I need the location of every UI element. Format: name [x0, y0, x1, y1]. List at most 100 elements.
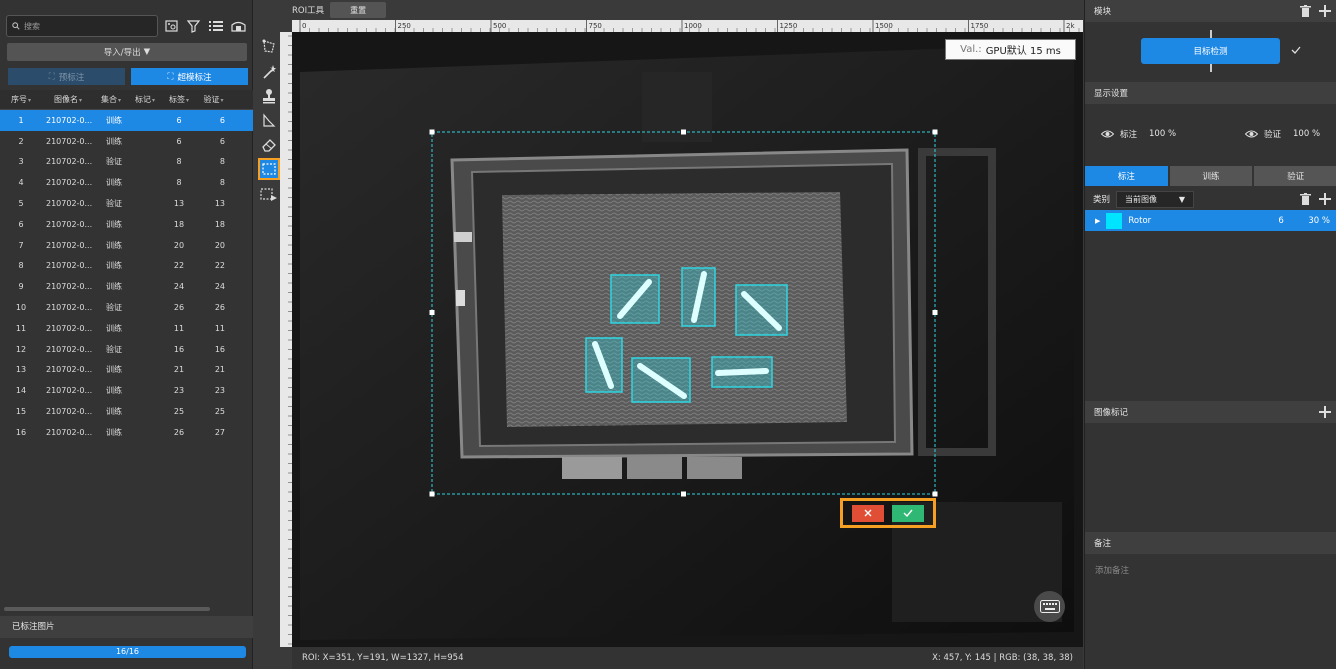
row-verify: 18 — [214, 219, 225, 229]
row-verify: 6 — [219, 115, 225, 125]
ruler-tick-label: 1500 — [875, 22, 893, 30]
add-icon[interactable] — [1319, 5, 1331, 17]
image-search-icon[interactable] — [164, 18, 180, 34]
row-verify: 21 — [214, 365, 225, 375]
table-row[interactable]: 6 210702-0... 训练 18 18 — [0, 214, 253, 235]
confirm-roi-button[interactable] — [892, 504, 924, 522]
lasso-tool-icon[interactable] — [258, 110, 280, 132]
list-view-icon[interactable] — [208, 18, 224, 34]
table-row[interactable]: 13 210702-0... 训练 21 21 — [0, 360, 253, 381]
tab-verify[interactable]: 验证 — [1254, 166, 1336, 186]
magic-wand-icon[interactable] — [258, 61, 280, 83]
eraser-icon[interactable] — [258, 134, 280, 156]
keyboard-shortcuts-button[interactable] — [1034, 591, 1065, 622]
row-index: 8 — [18, 261, 24, 271]
row-index: 12 — [15, 344, 27, 354]
table-row[interactable]: 8 210702-0... 训练 22 22 — [0, 256, 253, 277]
notes-input[interactable]: 添加备注 — [1095, 564, 1129, 576]
class-count: 6 — [1278, 215, 1284, 226]
caret-down-icon: ▼ — [143, 47, 151, 57]
row-set: 训练 — [106, 427, 122, 437]
label-opacity-control[interactable]: 标注 100 % — [1101, 128, 1176, 140]
table-row[interactable]: 3 210702-0... 验证 8 8 — [0, 152, 253, 173]
table-row[interactable]: 9 210702-0... 训练 24 24 — [0, 276, 253, 297]
verify-opacity-control[interactable]: 验证 100 % — [1245, 128, 1320, 140]
roi-confirm-group — [840, 498, 936, 528]
table-row[interactable]: 12 210702-0... 验证 16 16 — [0, 339, 253, 360]
category-label: 类别 — [1093, 195, 1111, 205]
camera-icon[interactable] — [230, 18, 246, 34]
row-image-name: 210702-0... — [46, 199, 93, 209]
ruler-tick-label: 1000 — [684, 22, 702, 30]
add-icon[interactable] — [1319, 193, 1331, 205]
col-mark[interactable]: 标记 — [128, 94, 162, 105]
col-index[interactable]: 序号 — [0, 94, 42, 105]
display-settings-title: 显示设置 — [1094, 89, 1129, 99]
eye-icon[interactable] — [1245, 130, 1258, 138]
annotation-progress-bar: 16/16 — [9, 646, 246, 658]
table-row[interactable]: 7 210702-0... 训练 20 20 — [0, 235, 253, 256]
row-index: 10 — [15, 303, 27, 313]
col-labels[interactable]: 标签 — [162, 94, 196, 105]
trash-icon[interactable] — [1300, 193, 1311, 205]
row-index: 3 — [18, 157, 24, 167]
row-index: 5 — [18, 199, 24, 209]
tab-label[interactable]: 标注 — [1085, 166, 1168, 186]
class-row-rotor[interactable]: ▶ Rotor 6 30 % — [1085, 210, 1336, 231]
object-detection-module-button[interactable]: 目标检测 — [1141, 38, 1280, 64]
pre-label-button[interactable]: ⛶ 预标注 — [8, 68, 125, 85]
row-labels: 16 — [173, 344, 185, 354]
table-row[interactable]: 5 210702-0... 验证 13 13 — [0, 193, 253, 214]
verify-opacity-value: 100 % — [1293, 129, 1321, 139]
roi-rect-tool-icon[interactable] — [258, 158, 280, 180]
scene-image[interactable] — [292, 32, 1083, 647]
table-row[interactable]: 2 210702-0... 训练 6 6 — [0, 131, 253, 152]
expand-arrow-icon[interactable]: ▶ — [1095, 217, 1100, 225]
table-row[interactable]: 16 210702-0... 训练 26 27 — [0, 422, 253, 443]
close-icon — [864, 509, 872, 517]
tab-train[interactable]: 训练 — [1169, 166, 1253, 186]
table-row[interactable]: 10 210702-0... 验证 26 26 — [0, 297, 253, 318]
table-body: 1 210702-0... 训练 6 6 2 210702-0... 训练 6 6 3 210702-… — [0, 110, 253, 443]
horizontal-scrollbar[interactable] — [4, 607, 210, 611]
col-set[interactable]: 集合 — [94, 94, 128, 105]
row-index: 14 — [15, 386, 27, 396]
table-row[interactable]: 14 210702-0... 训练 23 23 — [0, 380, 253, 401]
image-canvas[interactable] — [292, 32, 1083, 647]
class-color-swatch[interactable] — [1106, 212, 1123, 229]
reset-button[interactable]: 重置 — [330, 2, 387, 18]
display-settings-header: 显示设置 — [1085, 82, 1336, 104]
row-labels: 11 — [173, 323, 185, 333]
row-set: 验证 — [106, 157, 122, 167]
row-verify: 27 — [214, 427, 225, 437]
table-row[interactable]: 11 210702-0... 训练 11 11 — [0, 318, 253, 339]
mask-tool-icon[interactable] — [258, 184, 280, 206]
col-verify[interactable]: 验证 — [196, 94, 231, 105]
import-export-button[interactable]: 导入/导出 ▼ — [7, 43, 247, 61]
label-tabs: 标注 训练 验证 — [1085, 166, 1336, 186]
search-placeholder: 搜索 — [24, 21, 40, 31]
polygon-tool-icon[interactable] — [258, 36, 280, 58]
col-image-name[interactable]: 图像名 — [42, 94, 94, 105]
label-opacity-value: 100 % — [1149, 129, 1177, 139]
table-row[interactable]: 1 210702-0... 训练 6 6 — [0, 110, 253, 131]
filter-icon[interactable] — [186, 18, 202, 34]
cancel-roi-button[interactable] — [852, 504, 884, 522]
add-icon[interactable] — [1319, 406, 1331, 418]
row-labels: 22 — [173, 261, 185, 271]
category-select[interactable]: 当前图像 ▼ — [1116, 190, 1195, 208]
category-row: 类别 当前图像 ▼ — [1085, 189, 1336, 209]
row-labels: 6 — [176, 115, 182, 125]
stamp-tool-icon[interactable] — [258, 85, 280, 107]
row-labels: 8 — [176, 157, 182, 167]
table-row[interactable]: 15 210702-0... 训练 25 25 — [0, 401, 253, 422]
check-icon — [903, 509, 913, 517]
table-row[interactable]: 4 210702-0... 训练 8 8 — [0, 172, 253, 193]
trash-icon[interactable] — [1300, 5, 1311, 17]
row-image-name: 210702-0... — [46, 282, 93, 292]
row-labels: 13 — [173, 199, 185, 209]
eye-icon[interactable] — [1101, 130, 1114, 138]
search-input[interactable]: 搜索 — [6, 15, 158, 37]
super-label-button[interactable]: ⛶ 超模标注 — [131, 68, 248, 85]
ruler-tick-label: 1750 — [971, 22, 989, 30]
